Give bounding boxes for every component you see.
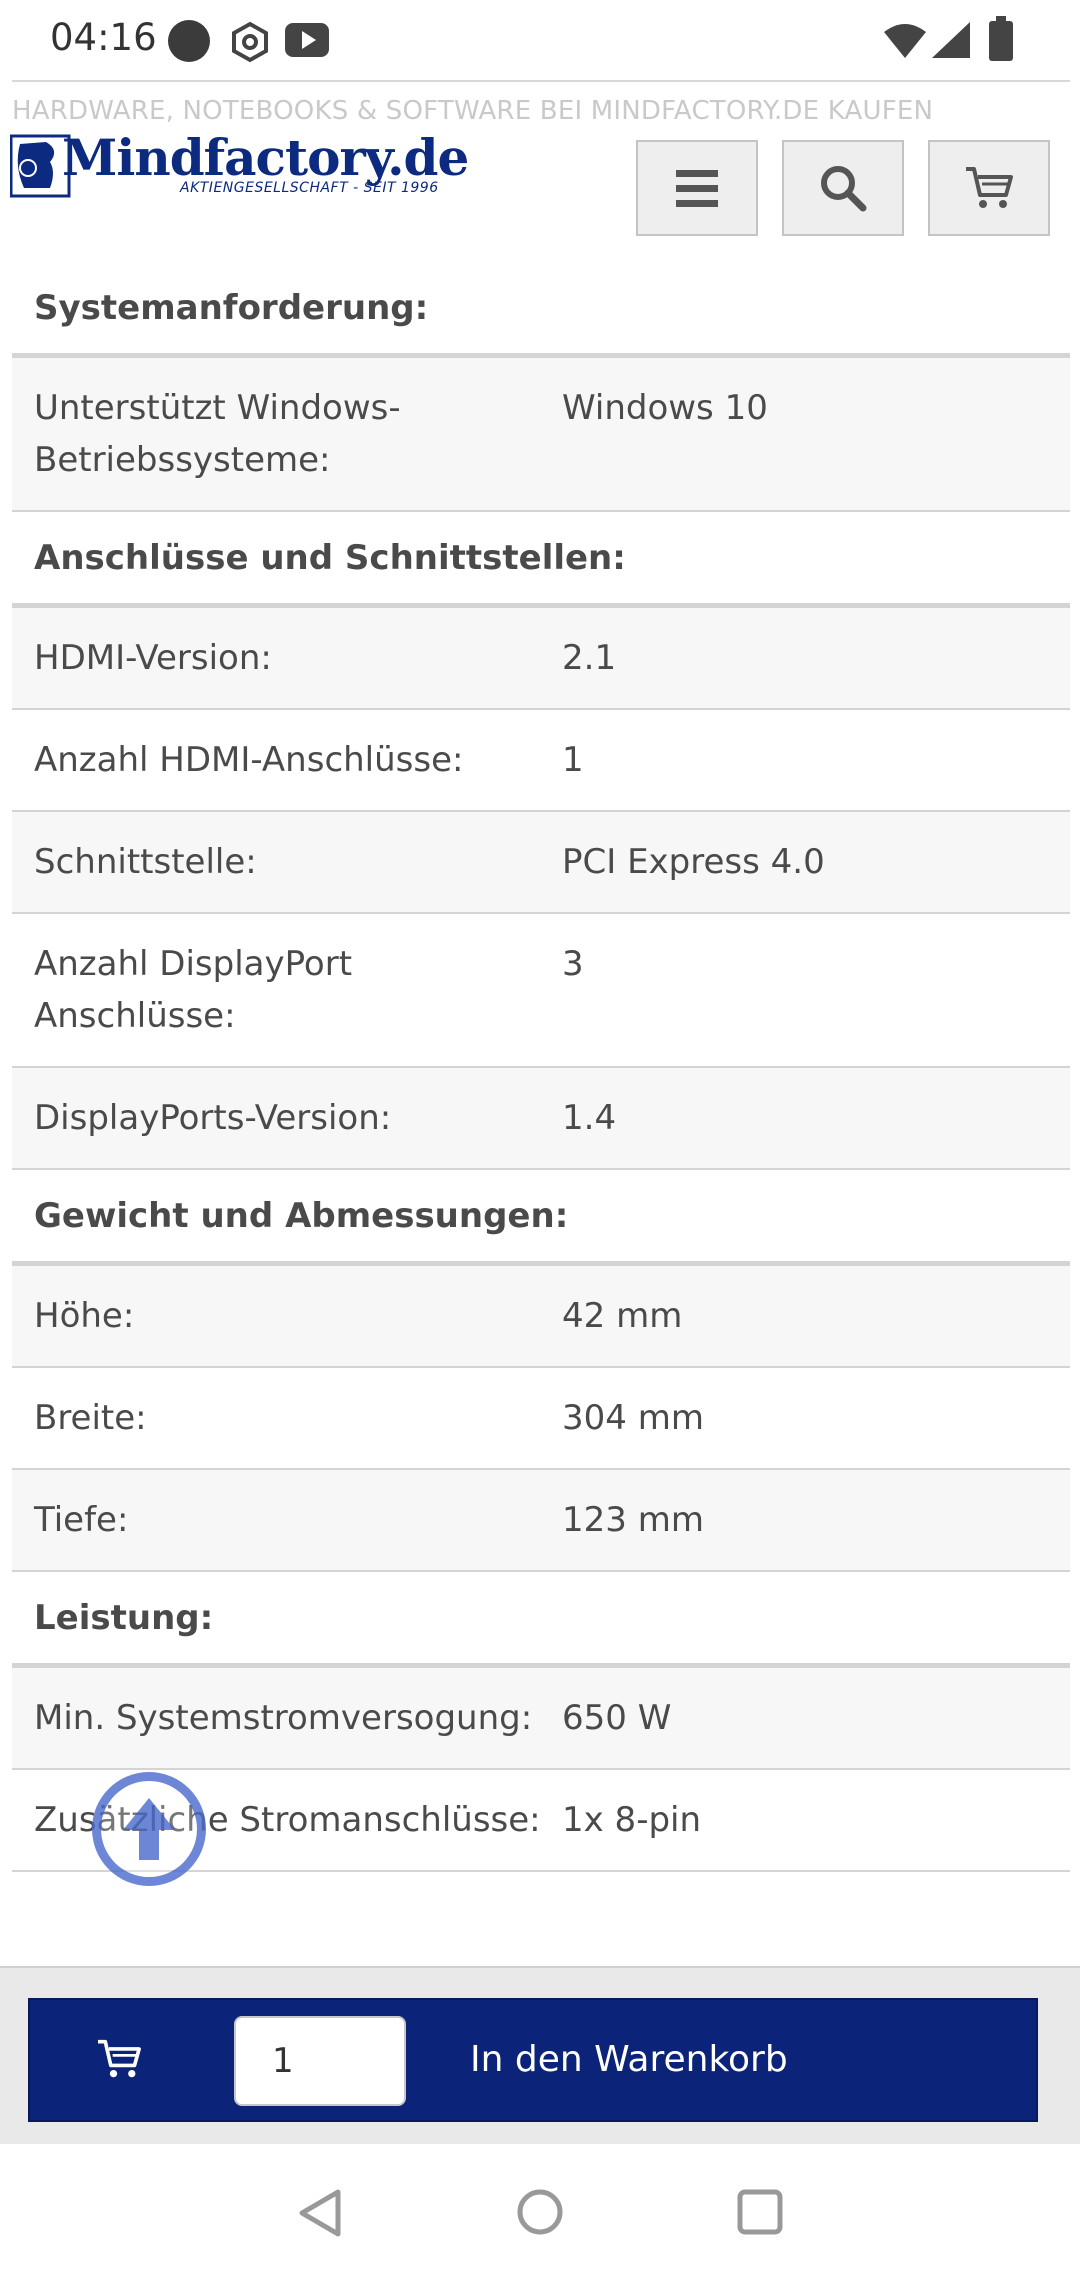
scroll-to-top-button[interactable]: [92, 1772, 206, 1886]
spec-value: 650 W: [562, 1698, 672, 1738]
wifi-icon: [884, 24, 926, 58]
record-dot-icon: [168, 20, 210, 62]
spec-value: 2.1: [562, 638, 617, 678]
spec-table: Systemanforderung: Unterstützt Windows-Be…: [12, 262, 1070, 1872]
spec-row: HDMI-Version: 2.1: [12, 608, 1070, 710]
spec-row: Breite: 304 mm: [12, 1368, 1070, 1470]
spec-row: Anzahl HDMI-Anschlüsse: 1: [12, 710, 1070, 812]
spec-key: Höhe:: [34, 1296, 135, 1336]
spec-row: DisplayPorts-Version: 1.4: [12, 1068, 1070, 1170]
battery-icon: [989, 16, 1013, 61]
spec-row: Unterstützt Windows-Betriebssysteme: Wind…: [12, 358, 1070, 512]
menu-icon: [676, 170, 718, 207]
search-button[interactable]: [782, 140, 904, 236]
logo-wordmark[interactable]: Mindfactory.de: [62, 128, 469, 187]
spec-section-heading: Systemanforderung:: [12, 262, 1070, 358]
arrow-up-icon: [123, 1798, 175, 1860]
spec-value: 42 mm: [562, 1296, 683, 1336]
spec-value: PCI Express 4.0: [562, 842, 825, 882]
header-divider: [12, 80, 1070, 82]
spec-row: Min. Systemstromversogung: 650 W: [12, 1668, 1070, 1770]
spec-key: Anzahl DisplayPort Anschlüsse:: [34, 944, 353, 1036]
status-time: 04:16: [50, 16, 157, 59]
spec-value: 3: [562, 944, 584, 984]
spec-key: Anzahl HDMI-Anschlüsse:: [34, 740, 464, 780]
cart-icon: [966, 167, 1013, 208]
home-icon[interactable]: [516, 2188, 564, 2236]
quantity-input[interactable]: 1: [234, 2016, 406, 2106]
spec-key: HDMI-Version:: [34, 638, 272, 678]
cart-button[interactable]: [928, 140, 1050, 236]
spec-section-heading: Anschlüsse und Schnittstellen:: [12, 512, 1070, 608]
hexagon-icon: [232, 21, 268, 63]
spec-row: Schnittstelle: PCI Express 4.0: [12, 812, 1070, 914]
site-tagline: HARDWARE, NOTEBOOKS & SOFTWARE BEI MINDF…: [12, 96, 934, 126]
add-to-cart-bar: 1 In den Warenkorb: [0, 1966, 1080, 2144]
spec-key: Unterstützt Windows-Betriebssysteme:: [34, 388, 401, 480]
search-icon: [821, 166, 867, 212]
spec-key: Tiefe:: [34, 1500, 129, 1540]
spec-row: Höhe: 42 mm: [12, 1266, 1070, 1368]
cart-icon: [98, 2039, 141, 2078]
navigation-bar: [0, 2144, 1080, 2280]
spec-value: 1x 8-pin: [562, 1800, 702, 1840]
spec-value: Windows 10: [562, 388, 768, 428]
spec-value: 1.4: [562, 1098, 617, 1138]
logo-subtitle: AKTIENGESELLSCHAFT - SEIT 1996: [180, 180, 439, 196]
spec-key: Breite:: [34, 1398, 147, 1438]
spec-key: Schnittstelle:: [34, 842, 257, 882]
spec-value: 1: [562, 740, 584, 780]
signal-icon: [932, 22, 970, 58]
menu-button[interactable]: [636, 140, 758, 236]
spec-section-heading: Gewicht und Abmessungen:: [12, 1170, 1070, 1266]
spec-section-heading: Leistung:: [12, 1572, 1070, 1668]
add-to-cart-button[interactable]: 1 In den Warenkorb: [28, 1998, 1038, 2122]
spec-row: Tiefe: 123 mm: [12, 1470, 1070, 1572]
spec-value: 304 mm: [562, 1398, 704, 1438]
spec-value: 123 mm: [562, 1500, 704, 1540]
youtube-icon: [285, 23, 329, 57]
add-to-cart-label[interactable]: In den Warenkorb: [470, 2000, 788, 2120]
status-bar: 04:16: [0, 0, 1080, 78]
spec-key: DisplayPorts-Version:: [34, 1098, 392, 1138]
back-icon[interactable]: [296, 2188, 344, 2238]
spec-row: Anzahl DisplayPort Anschlüsse: 3: [12, 914, 1070, 1068]
spec-key: Min. Systemstromversogung:: [34, 1698, 533, 1738]
recents-icon[interactable]: [736, 2188, 784, 2236]
